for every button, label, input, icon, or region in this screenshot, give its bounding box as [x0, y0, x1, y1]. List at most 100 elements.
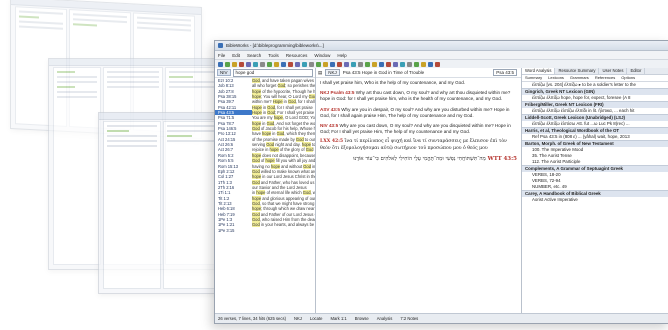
verse-reference[interactable]: 43:5 [329, 123, 338, 128]
lexicon-heading[interactable]: Liddell-Scott, Greek Lexicon (Unabridged… [522, 114, 668, 121]
subtab-options[interactable]: Options [618, 75, 638, 81]
menu-file[interactable]: File [218, 53, 225, 58]
toolbar-button-icon[interactable] [351, 62, 356, 67]
toolbar-button-icon[interactable] [386, 62, 391, 67]
verse-block-wtt: WTT 43:5 מַה־תִּשְׁתּוֹחֲחִי נַפְשִׁי וּ… [320, 156, 517, 162]
toolbar-button-icon[interactable] [421, 62, 426, 67]
reference-box[interactable]: Psa 43:5 [493, 69, 517, 76]
verse-reference[interactable]: 43:5 [331, 107, 340, 112]
search-pane: NIV hope god Ezr 10:2 God, and have taken… [215, 68, 316, 314]
lexicon-line[interactable]: Aorist Active Imperative [522, 197, 668, 203]
tab-word-analysis[interactable]: Word Analysis [522, 68, 556, 74]
analysis-tabs: Word Analysis Resource Summary User Note… [522, 68, 668, 75]
search-version-button[interactable]: NIV [217, 69, 231, 76]
menu-edit[interactable]: Edit [232, 53, 240, 58]
toolbar-button-icon[interactable] [330, 62, 335, 67]
subtab-references[interactable]: References [592, 75, 618, 81]
toolbar-button-icon[interactable] [274, 62, 279, 67]
toolbar-button-icon[interactable] [225, 62, 230, 67]
status-locate[interactable]: Locate [310, 316, 323, 321]
toolbar-button-icon[interactable] [379, 62, 384, 67]
toolbar-button-icon[interactable] [253, 62, 258, 67]
browse-nav-row: ▤ NKJ Psa 43:5 Hope in God in Time of Tr… [316, 68, 521, 78]
toolbar-button-icon[interactable] [288, 62, 293, 67]
toolbar-button-icon[interactable] [372, 62, 377, 67]
menu-resources[interactable]: Resources [286, 53, 308, 58]
search-result-row[interactable]: 1Pe 3:15 [215, 228, 315, 233]
status-bar: 26 verses, 7 lines, 34 hits (625 secs) N… [215, 313, 668, 323]
toolbar-button-icon[interactable] [400, 62, 405, 67]
toolbar-button-icon[interactable] [344, 62, 349, 67]
toolbar-button-icon[interactable] [232, 62, 237, 67]
toolbar-button-icon[interactable] [358, 62, 363, 67]
toolbar-button-icon[interactable] [267, 62, 272, 67]
toolbar-button-icon[interactable] [302, 62, 307, 67]
toolbar-button-icon[interactable] [239, 62, 244, 67]
lexicon-heading[interactable]: Gingrich, Greek NT Lexicon (GIN) [522, 88, 668, 95]
subtab-lexicons[interactable]: Lexicons [545, 75, 567, 81]
menu-help[interactable]: Help [337, 53, 346, 58]
verse-block-nkj: NKJ Psalm 43:5 Why art thou cast down, O… [320, 90, 517, 102]
lexicon-heading[interactable]: Barton, Morph. of Greek of New Testament [522, 140, 668, 147]
tab-editor[interactable]: Editor [627, 68, 646, 74]
verse-label[interactable]: LXX [320, 139, 330, 144]
book-icon[interactable]: ▤ [318, 70, 322, 76]
analysis-pane: Word Analysis Resource Summary User Note… [522, 68, 668, 314]
subtab-grammars[interactable]: Grammars [567, 75, 592, 81]
toolbar-button-icon[interactable] [260, 62, 265, 67]
search-input[interactable]: hope god [232, 68, 313, 77]
verse-reference[interactable]: 42:5 [332, 139, 343, 144]
subtab-summary[interactable]: Summary [522, 75, 545, 81]
menu-tools[interactable]: Tools [268, 53, 279, 58]
toolbar-button-icon[interactable] [414, 62, 419, 67]
search-row: NIV hope god [215, 68, 315, 78]
toolbar-button-icon[interactable] [323, 62, 328, 67]
result-text [252, 228, 315, 233]
version-selector[interactable]: NKJ [325, 69, 340, 76]
toolbar-button-icon[interactable] [393, 62, 398, 67]
menu-window[interactable]: Window [314, 53, 330, 58]
toolbar-button-icon[interactable] [246, 62, 251, 67]
search-results-list: Ezr 10:2 God, and have taken pagan wives … [215, 78, 315, 233]
toolbar-button-icon[interactable] [365, 62, 370, 67]
verse-block-asv: ASV 43:5 Why are you in despair, O my so… [320, 107, 517, 119]
browse-text-pane: ▤ NKJ Psa 43:5 Hope in God in Time of Tr… [316, 68, 522, 314]
lexicon-heading[interactable]: Complements, A Grammar of Septuagint Gre… [522, 165, 668, 172]
status-analysis[interactable]: Analysis [377, 316, 393, 321]
toolbar-button-icon[interactable] [316, 62, 321, 67]
status-version[interactable]: NKJ [294, 316, 302, 321]
tab-resource-summary[interactable]: Resource Summary [555, 68, 600, 74]
status-reference[interactable]: Mark 1:1 [330, 316, 346, 321]
toolbar-button-icon[interactable] [218, 62, 223, 67]
toolbar-button-icon[interactable] [337, 62, 342, 67]
toolbar-button-icon[interactable] [281, 62, 286, 67]
status-notes[interactable]: 7:2 Notes [400, 316, 418, 321]
toolbar-button-icon[interactable] [309, 62, 314, 67]
tab-user-notes[interactable]: User Notes [599, 68, 628, 74]
verse-label[interactable]: ASV [320, 107, 329, 112]
verse-block-lxx: LXX 42:5 ἵνα τί περίλυπος εἶ ψυχή καὶ ἵν… [320, 139, 517, 151]
menu-bar: File Edit Search Tools Resources Window … [215, 51, 668, 60]
lexicon-heading[interactable]: Friberg/Miller, Greek NT Lexicon (FRI) [522, 101, 668, 108]
verse-reference[interactable]: 43:5 [503, 156, 517, 162]
title-bar: BibleWorks - [d:\bibleprogramming\biblew… [215, 41, 668, 51]
lexicon-entries: ἐλπίζω [vs. 204] ἐλπίζω ▸ to be a soldie… [522, 82, 668, 203]
passage-text: I shall yet praise him, Who is the help … [316, 78, 521, 168]
status-browse[interactable]: Browse [355, 316, 369, 321]
toolbar-button-icon[interactable] [407, 62, 412, 67]
background-window-near [98, 112, 230, 294]
verse-text: ἵνα τί περίλυπος εἶ ψυχή καὶ ἵνα τί συντ… [320, 139, 507, 151]
verse-text: מַה־תִּשְׁתּוֹחֲחִי נַפְשִׁי וּמַה־תֶּהֱ… [353, 155, 486, 162]
verse-label[interactable]: NIV [320, 123, 328, 128]
analysis-subtabs: Summary Lexicons Grammars References Opt… [522, 75, 668, 82]
toolbar-button-icon[interactable] [295, 62, 300, 67]
menu-search[interactable]: Search [247, 53, 261, 58]
verse-label[interactable]: WTT [488, 156, 502, 162]
toolbar-button-icon[interactable] [435, 62, 440, 67]
main-window: BibleWorks - [d:\bibleprogramming\biblew… [214, 40, 668, 324]
verse-label[interactable]: NKJ [320, 90, 329, 95]
toolbar-button-icon[interactable] [428, 62, 433, 67]
verse-reference[interactable]: Psalm 43:5 [330, 90, 354, 95]
lexicon-heading[interactable]: Harris, et al, Theological Wordbook of t… [522, 127, 668, 134]
lexicon-heading[interactable]: Carey, A Handbook of Biblical Greek [522, 190, 668, 197]
